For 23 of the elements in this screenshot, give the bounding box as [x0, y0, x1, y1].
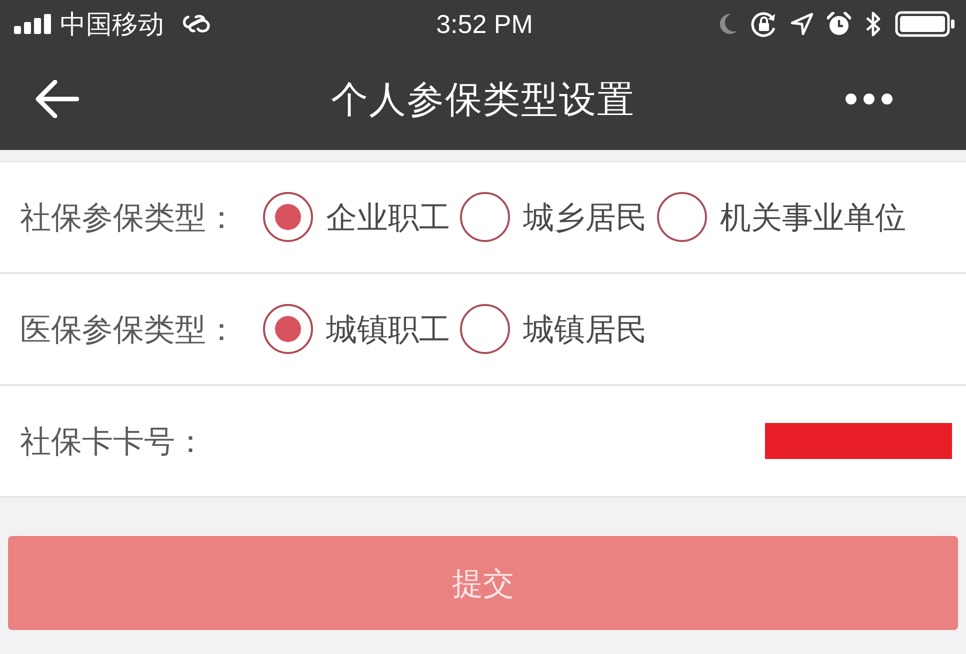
radio-option[interactable]: 城镇职工 — [263, 304, 450, 354]
radio-option[interactable]: 企业职工 — [263, 192, 450, 242]
status-time: 3:52 PM — [436, 11, 533, 37]
more-button[interactable] — [845, 93, 893, 105]
carrier-name: 中国移动 — [60, 11, 164, 37]
page-title: 个人参保类型设置 — [331, 80, 635, 118]
moon-icon — [717, 13, 738, 35]
field-label: 社保卡卡号： — [20, 426, 206, 456]
bluetooth-icon — [865, 11, 882, 37]
swirl-icon — [182, 13, 212, 35]
rotation-lock-icon — [751, 11, 778, 37]
field-label: 医保参保类型： — [20, 314, 237, 344]
radio-option[interactable]: 城乡居民 — [460, 192, 647, 242]
back-arrow-icon — [35, 80, 79, 118]
more-dots-icon — [845, 93, 893, 105]
battery-icon — [895, 11, 956, 37]
back-button[interactable] — [35, 80, 79, 118]
alarm-clock-icon — [827, 12, 852, 36]
location-arrow-icon — [791, 13, 814, 35]
radio-option[interactable]: 机关事业单位 — [657, 192, 906, 242]
radio-option[interactable]: 城镇居民 — [460, 304, 647, 354]
field-label: 社保参保类型： — [20, 202, 237, 232]
signal-icon — [14, 14, 52, 34]
